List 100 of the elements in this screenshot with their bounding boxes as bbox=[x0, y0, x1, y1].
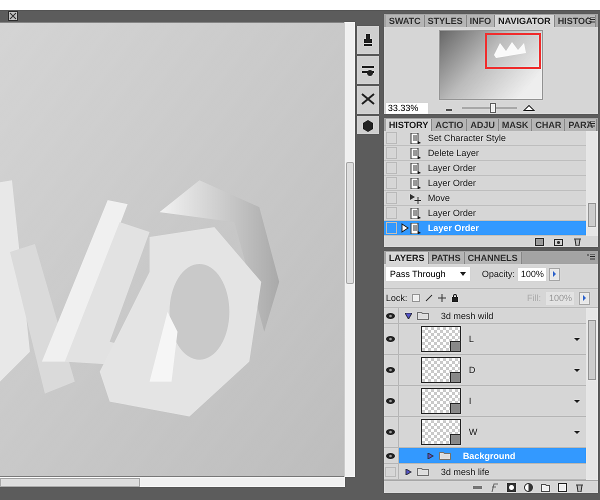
history-scrollbar[interactable] bbox=[586, 131, 598, 236]
layer-name[interactable]: 3d mesh wild bbox=[440, 310, 494, 320]
visibility-toggle[interactable] bbox=[385, 466, 396, 476]
lock-label: Lock: bbox=[386, 293, 408, 303]
panel-tab[interactable]: HISTORY bbox=[386, 119, 432, 131]
eye-icon bbox=[386, 452, 396, 458]
snapshot-checkbox[interactable] bbox=[386, 132, 397, 144]
horizontal-scrollbar[interactable] bbox=[0, 477, 345, 487]
history-item[interactable]: Delete Layer bbox=[428, 148, 479, 158]
expand-toggle[interactable] bbox=[426, 452, 434, 458]
layers-scrollbar[interactable] bbox=[586, 308, 598, 480]
zoom-slider[interactable] bbox=[490, 103, 496, 113]
panel-tab[interactable]: MASK bbox=[498, 119, 532, 131]
panel-tab[interactable]: HISTOG bbox=[554, 15, 596, 27]
3d-tool-button[interactable] bbox=[357, 116, 379, 134]
eye-icon bbox=[386, 429, 396, 435]
eye-icon bbox=[386, 312, 396, 318]
history-item[interactable]: Layer Order bbox=[428, 208, 476, 218]
panel-menu-icon[interactable] bbox=[587, 121, 595, 127]
folder-icon bbox=[438, 451, 451, 460]
caret-icon[interactable] bbox=[574, 338, 580, 340]
opacity-field[interactable]: 100% bbox=[518, 268, 546, 280]
caret-icon[interactable] bbox=[574, 368, 580, 372]
effects-icon[interactable] bbox=[490, 482, 499, 492]
sliders-icon bbox=[361, 63, 375, 77]
visibility-toggle[interactable] bbox=[384, 308, 399, 323]
close-icon[interactable] bbox=[8, 11, 18, 21]
folder-icon[interactable] bbox=[541, 482, 550, 492]
panel-tab[interactable]: INFO bbox=[466, 15, 496, 27]
snapshot-checkbox[interactable] bbox=[386, 222, 397, 234]
panel-tab[interactable]: ACTIO bbox=[432, 119, 468, 131]
layer-thumbnail bbox=[420, 357, 461, 383]
move-icon bbox=[410, 192, 421, 204]
navigator-preview[interactable] bbox=[438, 30, 543, 100]
visibility-toggle[interactable] bbox=[384, 386, 399, 416]
snapshot-checkbox[interactable] bbox=[386, 207, 397, 219]
tools-button[interactable] bbox=[357, 86, 379, 114]
document-icon bbox=[410, 208, 421, 218]
new-document-icon[interactable] bbox=[535, 237, 544, 246]
move-icon[interactable] bbox=[438, 294, 446, 302]
adjustment-icon[interactable] bbox=[524, 482, 533, 492]
visibility-toggle[interactable] bbox=[384, 355, 399, 385]
snapshot-checkbox[interactable] bbox=[386, 192, 397, 204]
history-item[interactable]: Layer Order bbox=[428, 163, 476, 173]
panel-tab[interactable]: LAYERS bbox=[386, 252, 428, 264]
camera-icon[interactable] bbox=[554, 237, 563, 246]
layer-name[interactable]: L bbox=[468, 334, 474, 344]
snapshot-checkbox[interactable] bbox=[386, 147, 397, 159]
panel-tab[interactable]: SWATC bbox=[386, 15, 425, 27]
clone-tool-button[interactable] bbox=[357, 26, 379, 54]
document-icon bbox=[410, 222, 421, 234]
zoom-in-icon[interactable] bbox=[522, 105, 535, 111]
document-icon bbox=[410, 132, 421, 144]
mask-icon[interactable] bbox=[507, 482, 516, 492]
visibility-toggle[interactable] bbox=[384, 417, 399, 447]
caret-icon[interactable] bbox=[574, 430, 580, 434]
opacity-stepper[interactable] bbox=[548, 268, 560, 280]
layer-thumbnail bbox=[420, 388, 461, 414]
stamp-icon bbox=[361, 33, 375, 47]
layer-name[interactable]: 3d mesh life bbox=[440, 466, 490, 476]
panel-tab[interactable]: STYLES bbox=[424, 15, 467, 27]
history-item[interactable]: Layer Order bbox=[428, 178, 476, 188]
new-layer-icon[interactable] bbox=[558, 482, 567, 492]
visibility-toggle[interactable] bbox=[384, 324, 399, 354]
panel-tab[interactable]: CHANNELS bbox=[464, 252, 522, 264]
snapshot-checkbox[interactable] bbox=[386, 162, 397, 174]
history-item[interactable]: Set Character Style bbox=[428, 133, 506, 143]
brush-tool-button[interactable] bbox=[357, 56, 379, 84]
folder-icon bbox=[416, 311, 429, 320]
expand-toggle[interactable] bbox=[404, 468, 412, 474]
panel-tab[interactable]: CHAR bbox=[532, 119, 566, 131]
eye-icon bbox=[386, 398, 396, 404]
snapshot-checkbox[interactable] bbox=[386, 177, 397, 189]
trash-icon[interactable] bbox=[573, 237, 582, 246]
fill-stepper[interactable] bbox=[579, 292, 590, 304]
panel-tab[interactable]: PARA bbox=[565, 119, 598, 131]
layer-name[interactable]: W bbox=[468, 427, 478, 437]
expand-toggle[interactable] bbox=[404, 312, 412, 318]
panel-tab[interactable]: PATHS bbox=[428, 252, 465, 264]
visibility-toggle[interactable] bbox=[384, 448, 399, 463]
lock-icon[interactable] bbox=[451, 294, 460, 302]
layer-thumbnail bbox=[420, 419, 461, 445]
vertical-scrollbar[interactable] bbox=[344, 22, 355, 477]
document-icon bbox=[410, 162, 421, 174]
document-icon bbox=[410, 148, 421, 158]
layer-name[interactable]: I bbox=[468, 396, 472, 406]
caret-icon[interactable] bbox=[574, 400, 580, 402]
brush-icon[interactable] bbox=[425, 294, 434, 302]
cube-icon bbox=[361, 118, 375, 132]
trash-icon[interactable] bbox=[575, 482, 584, 492]
panel-tab[interactable]: ADJU bbox=[467, 119, 499, 131]
opacity-label: Opacity: bbox=[482, 269, 515, 279]
history-item[interactable]: Move bbox=[428, 193, 450, 203]
panel-menu-icon[interactable] bbox=[587, 254, 595, 260]
scissors-icon bbox=[361, 93, 375, 107]
eye-icon bbox=[386, 367, 396, 373]
zoom-field[interactable]: 33.33% bbox=[386, 102, 428, 114]
blend-mode-dropdown[interactable]: Pass Through bbox=[386, 267, 470, 281]
panel-tab[interactable]: NAVIGATOR bbox=[495, 15, 555, 27]
layer-name[interactable]: D bbox=[468, 365, 476, 375]
